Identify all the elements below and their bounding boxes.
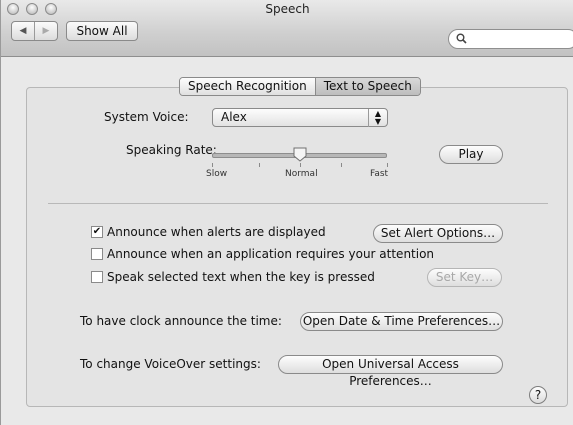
system-voice-select[interactable]: Alex ▲ ▼ [212,108,388,127]
open-date-time-button[interactable]: Open Date & Time Preferences… [300,312,503,331]
announce-alerts-label: Announce when alerts are displayed [107,225,326,239]
clock-label: To have clock announce the time: [80,314,282,328]
checkbox-box [91,248,103,260]
system-voice-label: System Voice: [104,110,189,124]
normal-label: Normal [285,169,318,179]
play-button[interactable]: Play [439,145,503,164]
tab-text-to-speech[interactable]: Text to Speech [314,78,420,95]
fast-label: Fast [370,169,389,179]
tick-mark [387,163,388,167]
tab-speech-recognition[interactable]: Speech Recognition [180,78,315,95]
speak-selected-checkbox[interactable]: Speak selected text when the key is pres… [91,270,375,284]
slow-label: Slow [206,169,228,179]
announce-attention-checkbox[interactable]: Announce when an application requires yo… [91,247,434,261]
chevron-right-icon: ▶ [42,26,50,36]
tick-mark [341,163,342,167]
checkbox-box [91,271,103,283]
system-voice-value: Alex [221,110,247,124]
help-button[interactable]: ? [529,386,547,404]
up-down-arrows-icon: ▲ ▼ [368,109,387,127]
chevron-left-icon: ◀ [19,26,27,36]
announce-alerts-checkbox[interactable]: ✔ Announce when alerts are displayed [91,225,326,239]
set-alert-options-button[interactable]: Set Alert Options… [373,224,503,243]
back-button[interactable]: ◀ [12,22,34,40]
open-universal-access-button[interactable]: Open Universal Access Preferences… [278,355,503,388]
speech-window: Speech ◀ ▶ Show All Speech Recognition T… [0,0,573,425]
announce-attention-label: Announce when an application requires yo… [107,247,435,261]
checkmark-icon: ✔ [92,226,102,237]
tick-mark [259,163,260,167]
voiceover-label: To change VoiceOver settings: [80,357,261,371]
title-bar: Speech ◀ ▶ Show All [1,0,573,57]
search-input[interactable] [448,29,573,49]
slider-knob[interactable] [293,147,307,162]
tab-control: Speech Recognition Text to Speech [179,77,421,96]
speak-selected-label: Speak selected text when the key is pres… [107,270,375,284]
forward-button[interactable]: ▶ [34,22,57,40]
speaking-rate-slider[interactable] [212,147,387,163]
tick-mark [300,163,301,167]
back-forward-buttons: ◀ ▶ [11,21,58,41]
tick-mark [212,163,213,167]
show-all-button[interactable]: Show All [66,21,138,41]
checkbox-box: ✔ [91,226,103,238]
speaking-rate-label: Speaking Rate: [126,143,217,157]
divider [48,203,548,204]
search-icon [456,33,467,47]
set-key-button[interactable]: Set Key… [427,268,502,287]
window-title: Speech [265,2,310,16]
